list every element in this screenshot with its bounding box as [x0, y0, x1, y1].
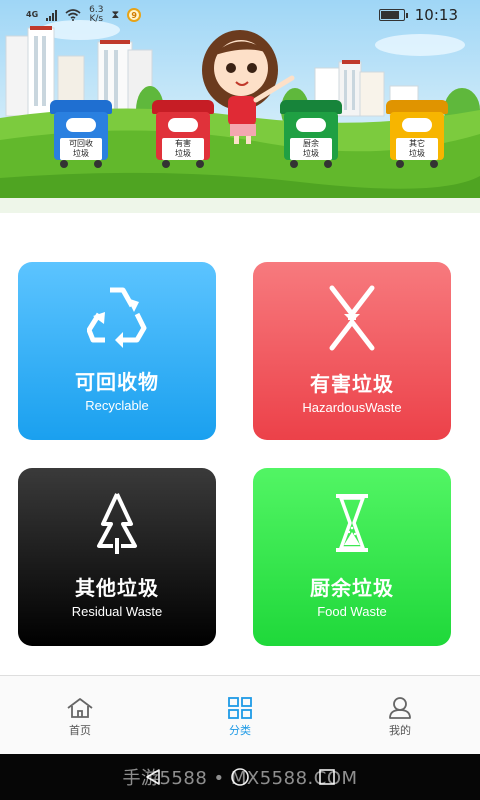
bin-hazardous-label-2: 垃圾 — [175, 149, 191, 158]
bottom-tab-bar: 首页 分类 我的 — [0, 675, 480, 754]
app-notification-icon: 9 — [127, 8, 142, 22]
category-name-cn: 厨余垃圾 — [310, 576, 394, 600]
category-card-food[interactable]: 厨余垃圾 Food Waste — [253, 468, 451, 646]
category-name-en: HazardousWaste — [302, 400, 402, 415]
signal-icon — [46, 9, 58, 21]
tab-mine-label: 我的 — [389, 724, 411, 737]
category-name-en: Food Waste — [317, 604, 387, 619]
bin-recyclable-label-1: 可回收 — [69, 139, 93, 148]
category-name-en: Recyclable — [85, 398, 149, 413]
top-banner: 可回收 垃圾 有害 垃圾 厨余 垃圾 其它 垃圾 — [0, 0, 480, 213]
tab-category-label: 分类 — [229, 724, 251, 737]
residual-icon — [97, 493, 137, 554]
network-speed: 6.3 K/s — [89, 6, 103, 24]
category-card-hazardous[interactable]: 有害垃圾 HazardousWaste — [253, 262, 451, 440]
recents-icon[interactable] — [318, 768, 336, 786]
bin-food-label-2: 垃圾 — [303, 149, 319, 158]
tab-home-label: 首页 — [69, 724, 91, 737]
home-nav-icon[interactable] — [230, 767, 250, 787]
system-navigation-bar — [0, 754, 480, 800]
status-time: 10:13 — [414, 6, 458, 24]
bin-other-label-2: 垃圾 — [409, 149, 425, 158]
hazard-icon — [329, 285, 375, 351]
tab-category[interactable]: 分类 — [160, 676, 320, 754]
bin-recyclable-label-2: 垃圾 — [73, 149, 89, 158]
battery-icon — [378, 9, 408, 21]
back-icon[interactable] — [144, 768, 162, 786]
network-speed-unit: K/s — [89, 14, 104, 24]
wifi-icon — [65, 9, 81, 21]
status-bar: 4G 6.3 K/s ⧗ 9 10:13 — [0, 0, 480, 30]
category-name-cn: 有害垃圾 — [310, 372, 394, 396]
category-card-recyclable[interactable]: 可回收物 Recyclable — [18, 262, 216, 440]
category-card-residual[interactable]: 其他垃圾 Residual Waste — [18, 468, 216, 646]
bin-hazardous: 有害 垃圾 — [152, 100, 214, 168]
bin-recyclable: 可回收 垃圾 — [50, 100, 112, 168]
home-icon — [67, 698, 93, 718]
recycle-icon — [87, 287, 147, 348]
network-type: 4G — [26, 10, 39, 19]
category-name-en: Residual Waste — [71, 604, 163, 619]
battery-fill — [380, 11, 400, 19]
grid-icon — [228, 697, 252, 719]
bin-other-label-1: 其它 — [409, 139, 425, 148]
hourglass-icon — [336, 494, 368, 552]
hourglass-status-icon: ⧗ — [111, 8, 120, 21]
bin-food-label-1: 厨余 — [303, 139, 319, 148]
tab-mine[interactable]: 我的 — [320, 676, 480, 754]
bin-hazardous-label-1: 有害 — [175, 139, 191, 148]
category-name-cn: 可回收物 — [75, 370, 159, 394]
bin-food: 厨余 垃圾 — [280, 100, 342, 168]
tab-home[interactable]: 首页 — [0, 676, 160, 754]
user-icon — [389, 697, 411, 719]
category-name-cn: 其他垃圾 — [75, 576, 159, 600]
bin-other: 其它 垃圾 — [386, 100, 448, 168]
